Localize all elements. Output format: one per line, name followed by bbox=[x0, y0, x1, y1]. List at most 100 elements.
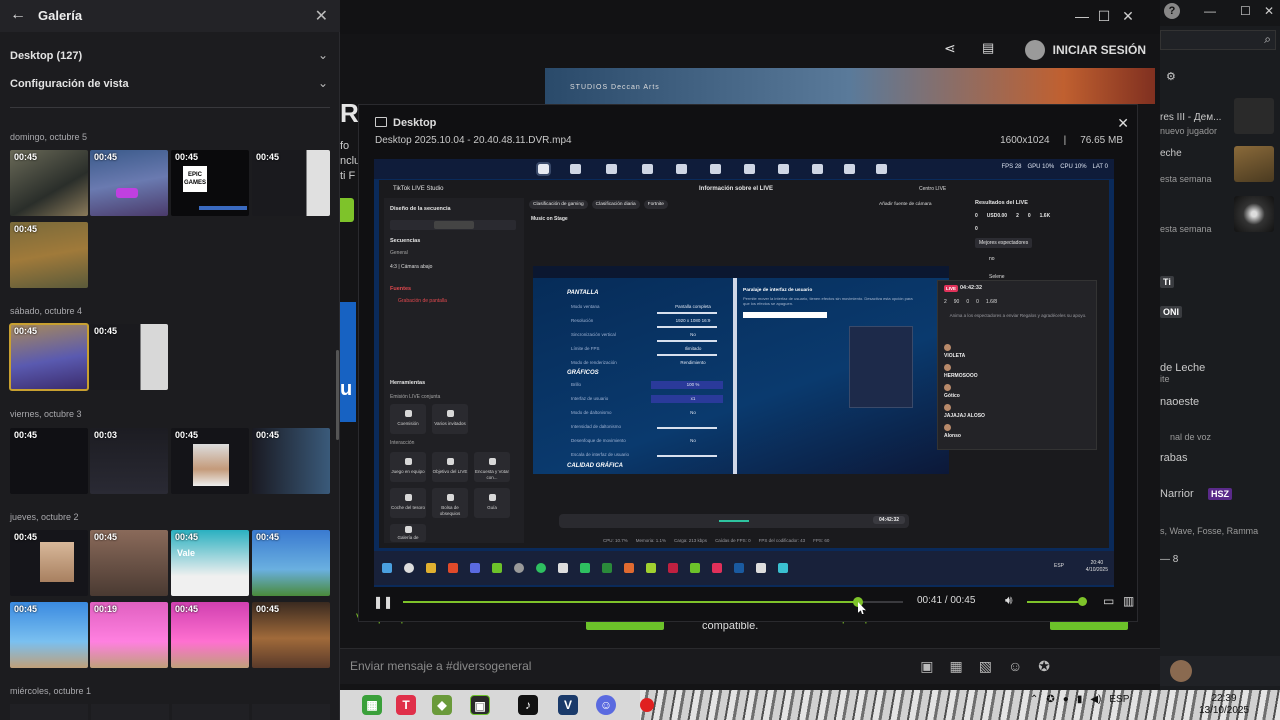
scrollbar[interactable] bbox=[336, 350, 339, 440]
chat-icon[interactable]: ▤ bbox=[982, 40, 994, 56]
maximize-icon[interactable]: ☐ bbox=[1240, 4, 1251, 18]
source-dropdown[interactable]: Desktop (127) ⌄ bbox=[10, 46, 328, 70]
gift-icon[interactable]: ▣ bbox=[920, 658, 933, 675]
login-button[interactable]: INICIAR SESIÓN bbox=[1024, 40, 1146, 60]
current-time: 00:41 bbox=[917, 595, 943, 606]
video-thumbnail[interactable]: 00:45 bbox=[10, 222, 88, 288]
video-thumbnail[interactable]: 00:19 bbox=[90, 602, 168, 668]
maximize-icon[interactable]: ☐ bbox=[1096, 8, 1112, 24]
list-item[interactable]: de Leche bbox=[1160, 362, 1205, 374]
trash-icon[interactable]: ▥ bbox=[1123, 594, 1134, 608]
close-icon[interactable]: ✕ bbox=[1117, 115, 1129, 132]
video-thumbnail[interactable]: 00:45 bbox=[252, 428, 330, 494]
game-thumbnail[interactable] bbox=[1234, 98, 1274, 134]
list-item[interactable]: naoeste bbox=[1160, 396, 1199, 408]
game-thumbnail[interactable] bbox=[1234, 146, 1274, 182]
list-item[interactable]: eche bbox=[1160, 148, 1182, 159]
system-clock[interactable]: 22:39 13/10/2025 bbox=[1194, 693, 1254, 717]
back-arrow-icon[interactable]: ← bbox=[10, 6, 26, 24]
mic-icon[interactable]: ● bbox=[1063, 694, 1069, 705]
vegas-icon[interactable]: V bbox=[558, 695, 578, 715]
folder-icon bbox=[426, 563, 436, 573]
list-item[interactable]: Narrior bbox=[1160, 488, 1194, 500]
tiktok-icon[interactable]: ♪ bbox=[518, 695, 538, 715]
discord-icon[interactable]: ☺ bbox=[596, 695, 616, 715]
sticker-icon[interactable]: ▧ bbox=[979, 658, 992, 675]
search-icon[interactable]: ⌕ bbox=[1264, 32, 1271, 47]
record-icon[interactable] bbox=[640, 698, 654, 712]
os-taskbar: ▦ T ◆ ▣ ♪ V ☺ bbox=[340, 690, 1280, 720]
video-thumbnail[interactable]: 00:03 bbox=[90, 428, 168, 494]
chevron-up-icon[interactable]: ⌃ bbox=[1030, 694, 1038, 705]
volume-slider[interactable] bbox=[1027, 601, 1083, 603]
thumb-caption: Vale bbox=[177, 548, 196, 558]
video-thumbnail[interactable]: 00:45 bbox=[10, 530, 88, 596]
background-green-button[interactable] bbox=[340, 198, 354, 222]
recorded-tiktok-window: TikTok LIVE Studio Información sobre el … bbox=[379, 180, 1109, 548]
video-thumbnail[interactable]: 00:45 bbox=[90, 530, 168, 596]
video-thumbnail[interactable]: 00:45 EPIC GAMES bbox=[171, 150, 249, 216]
gear-icon[interactable]: ⚙ bbox=[1166, 70, 1176, 83]
help-icon[interactable]: ? bbox=[1164, 3, 1180, 19]
recorded-preview-bar bbox=[743, 312, 827, 318]
video-thumbnail[interactable]: 00:45 bbox=[171, 602, 249, 668]
video-thumbnail[interactable]: 00:45 bbox=[171, 428, 249, 494]
taskbar-wallpaper bbox=[640, 690, 1280, 720]
thumb-duration: 00:45 bbox=[175, 604, 199, 614]
video-thumbnail[interactable]: 00:45 bbox=[90, 150, 168, 216]
video-thumbnail[interactable]: 00:45 bbox=[252, 150, 330, 216]
recorded-settings-description: Paralaje de interfaz de usuario Permite … bbox=[743, 288, 913, 318]
recorded-setting-label: Modo de daltonismo bbox=[571, 410, 612, 415]
app-icon[interactable]: ◆ bbox=[432, 695, 452, 715]
recorded-tool-label: Galería de bbox=[397, 535, 419, 540]
gamepad-icon[interactable]: ✪ bbox=[1046, 694, 1054, 705]
video-thumbnail[interactable]: 00:45 bbox=[90, 324, 168, 390]
volume-icon[interactable]: ◀) bbox=[1090, 694, 1101, 705]
tiktok-studio-icon[interactable]: T bbox=[396, 695, 416, 715]
network-icon[interactable]: ▮ bbox=[1077, 694, 1083, 705]
share-icon[interactable]: ⋖ bbox=[944, 40, 956, 57]
video-thumbnail[interactable]: 00:45 bbox=[10, 602, 88, 668]
pause-icon[interactable]: ❚❚ bbox=[373, 595, 393, 609]
list-item[interactable]: res III - Дем... bbox=[1160, 112, 1221, 123]
video-thumbnail[interactable]: 00:45 Vale bbox=[171, 530, 249, 596]
minimize-icon[interactable]: — bbox=[1074, 8, 1090, 24]
volume-icon[interactable]: 🔊︎ bbox=[1005, 593, 1013, 608]
recorded-setting-bar bbox=[657, 312, 717, 314]
chat-input[interactable]: Enviar mensaje a #diversogeneral bbox=[350, 659, 531, 673]
minecraft-icon[interactable]: ▦ bbox=[362, 695, 382, 715]
video-thumbnail[interactable]: 00:45 bbox=[252, 602, 330, 668]
recorded-app-title: TikTok LIVE Studio bbox=[393, 186, 444, 192]
background-titlebar: — ☐ ✕ bbox=[340, 0, 1160, 34]
emoji-icon[interactable]: ☺ bbox=[1008, 658, 1022, 675]
close-icon[interactable]: ✕ bbox=[1120, 8, 1136, 24]
seek-bar[interactable] bbox=[403, 597, 903, 607]
recorded-tool: Juego en equipo bbox=[390, 452, 426, 482]
video-thumbnail[interactable]: 00:45 bbox=[10, 150, 88, 216]
avatar[interactable] bbox=[1170, 660, 1192, 682]
game-thumbnail[interactable] bbox=[1234, 196, 1274, 232]
video-thumbnail-selected[interactable]: 00:45 bbox=[9, 323, 89, 391]
spotify-icon bbox=[536, 563, 546, 573]
volume-handle[interactable] bbox=[1078, 597, 1087, 606]
video-frame[interactable]: FPS 28 GPU 10% CPU 10% LAT 0 TikTok LIVE… bbox=[374, 159, 1114, 587]
list-item[interactable]: rabas bbox=[1160, 452, 1188, 464]
folder-icon[interactable]: ▭ bbox=[1103, 594, 1114, 608]
recorded-viewer: Alonso bbox=[944, 424, 961, 439]
nvidia-icon[interactable]: ▣ bbox=[470, 695, 490, 715]
video-thumbnail[interactable]: 00:45 bbox=[10, 428, 88, 494]
windows-icon bbox=[382, 563, 392, 573]
view-settings-dropdown[interactable]: Configuración de vista ⌄ bbox=[10, 74, 328, 98]
language-indicator[interactable]: ESP bbox=[1109, 694, 1129, 705]
close-icon[interactable]: ✕ bbox=[315, 6, 328, 26]
search-input[interactable]: ⌕ bbox=[1160, 30, 1276, 50]
video-thumbnail[interactable]: 00:45 bbox=[252, 530, 330, 596]
recorded-live-message: Anima a los espectadores a enviar Regalo… bbox=[949, 313, 1087, 318]
thumb-duration: 00:45 bbox=[175, 532, 199, 542]
close-icon[interactable]: ✕ bbox=[1264, 4, 1274, 18]
gamepad-icon[interactable]: ✪ bbox=[1038, 658, 1050, 675]
recorded-label: Diseño de la secuencia bbox=[390, 206, 451, 212]
day-heading: sábado, octubre 4 bbox=[10, 306, 83, 316]
minimize-icon[interactable]: — bbox=[1204, 4, 1216, 18]
gif-icon[interactable]: ▦ bbox=[950, 658, 963, 675]
